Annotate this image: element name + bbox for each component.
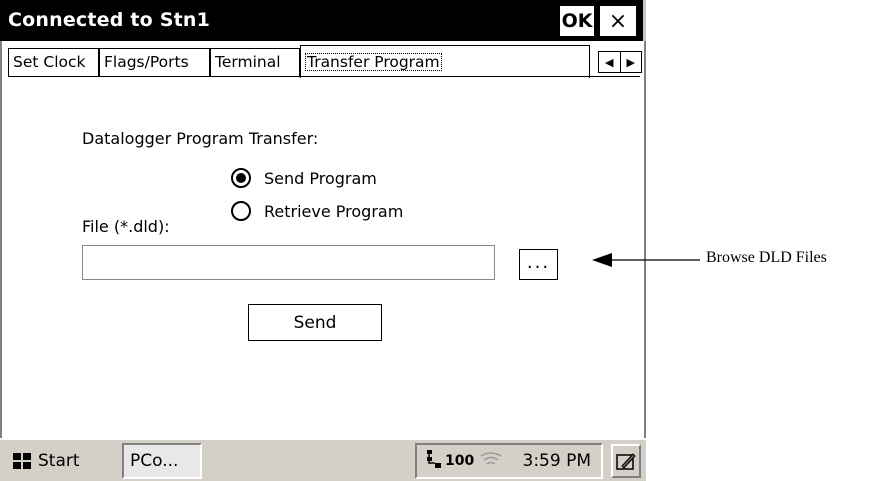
- ok-button[interactable]: OK: [559, 5, 595, 37]
- radio-retrieve-label: Retrieve Program: [264, 202, 404, 221]
- start-label: Start: [38, 451, 80, 471]
- tab-scroll-control: ◀ ▶: [598, 51, 642, 73]
- scroll-right-icon[interactable]: ▶: [621, 52, 642, 72]
- close-icon: ×: [608, 8, 628, 34]
- taskbar: Start PCo... 100 3:59 PM: [0, 438, 646, 481]
- wireless-icon[interactable]: [480, 452, 502, 470]
- network-icon[interactable]: [425, 449, 443, 473]
- title-bar: Connected to Stn1 OK ×: [0, 0, 646, 41]
- radio-retrieve-program[interactable]: [231, 201, 251, 221]
- callout-arrow-icon: [592, 253, 700, 267]
- window-title: Connected to Stn1: [8, 9, 211, 31]
- close-button[interactable]: ×: [599, 5, 637, 37]
- pocketpc-window: Connected to Stn1 OK × Set Clock Flags/P…: [0, 0, 646, 481]
- tab-set-clock[interactable]: Set Clock: [8, 48, 99, 76]
- system-tray: 100 3:59 PM: [415, 443, 603, 479]
- file-label: File (*.dld):: [82, 217, 170, 236]
- section-label: Datalogger Program Transfer:: [82, 129, 319, 148]
- radio-send-program[interactable]: [231, 168, 251, 188]
- tab-label: Set Clock: [13, 53, 86, 71]
- file-path-input[interactable]: [82, 245, 495, 280]
- battery-100-icon[interactable]: 100: [445, 453, 474, 469]
- taskbar-item-pconnect[interactable]: PCo...: [122, 443, 202, 479]
- scroll-left-icon[interactable]: ◀: [599, 52, 621, 72]
- tab-label: Terminal: [215, 53, 281, 71]
- radio-send-label: Send Program: [264, 169, 377, 188]
- tab-label: Flags/Ports: [104, 53, 189, 71]
- clock[interactable]: 3:59 PM: [523, 451, 592, 471]
- send-button[interactable]: Send: [248, 304, 382, 341]
- tab-strip: Set Clock Flags/Ports Terminal Transfer …: [8, 45, 642, 78]
- tab-flags-ports[interactable]: Flags/Ports: [99, 48, 210, 76]
- start-button[interactable]: Start: [12, 444, 114, 478]
- windows-flag-icon: [12, 451, 32, 471]
- annotation-browse-dld-files: Browse DLD Files: [706, 249, 827, 266]
- tab-terminal[interactable]: Terminal: [210, 48, 300, 76]
- dialog-body: Set Clock Flags/Ports Terminal Transfer …: [0, 41, 646, 438]
- tab-divider: [8, 76, 640, 77]
- browse-button[interactable]: ...: [519, 249, 558, 280]
- tab-label: Transfer Program: [305, 53, 442, 71]
- tab-transfer-program[interactable]: Transfer Program: [300, 45, 590, 78]
- keyboard-pen-icon[interactable]: [611, 444, 641, 478]
